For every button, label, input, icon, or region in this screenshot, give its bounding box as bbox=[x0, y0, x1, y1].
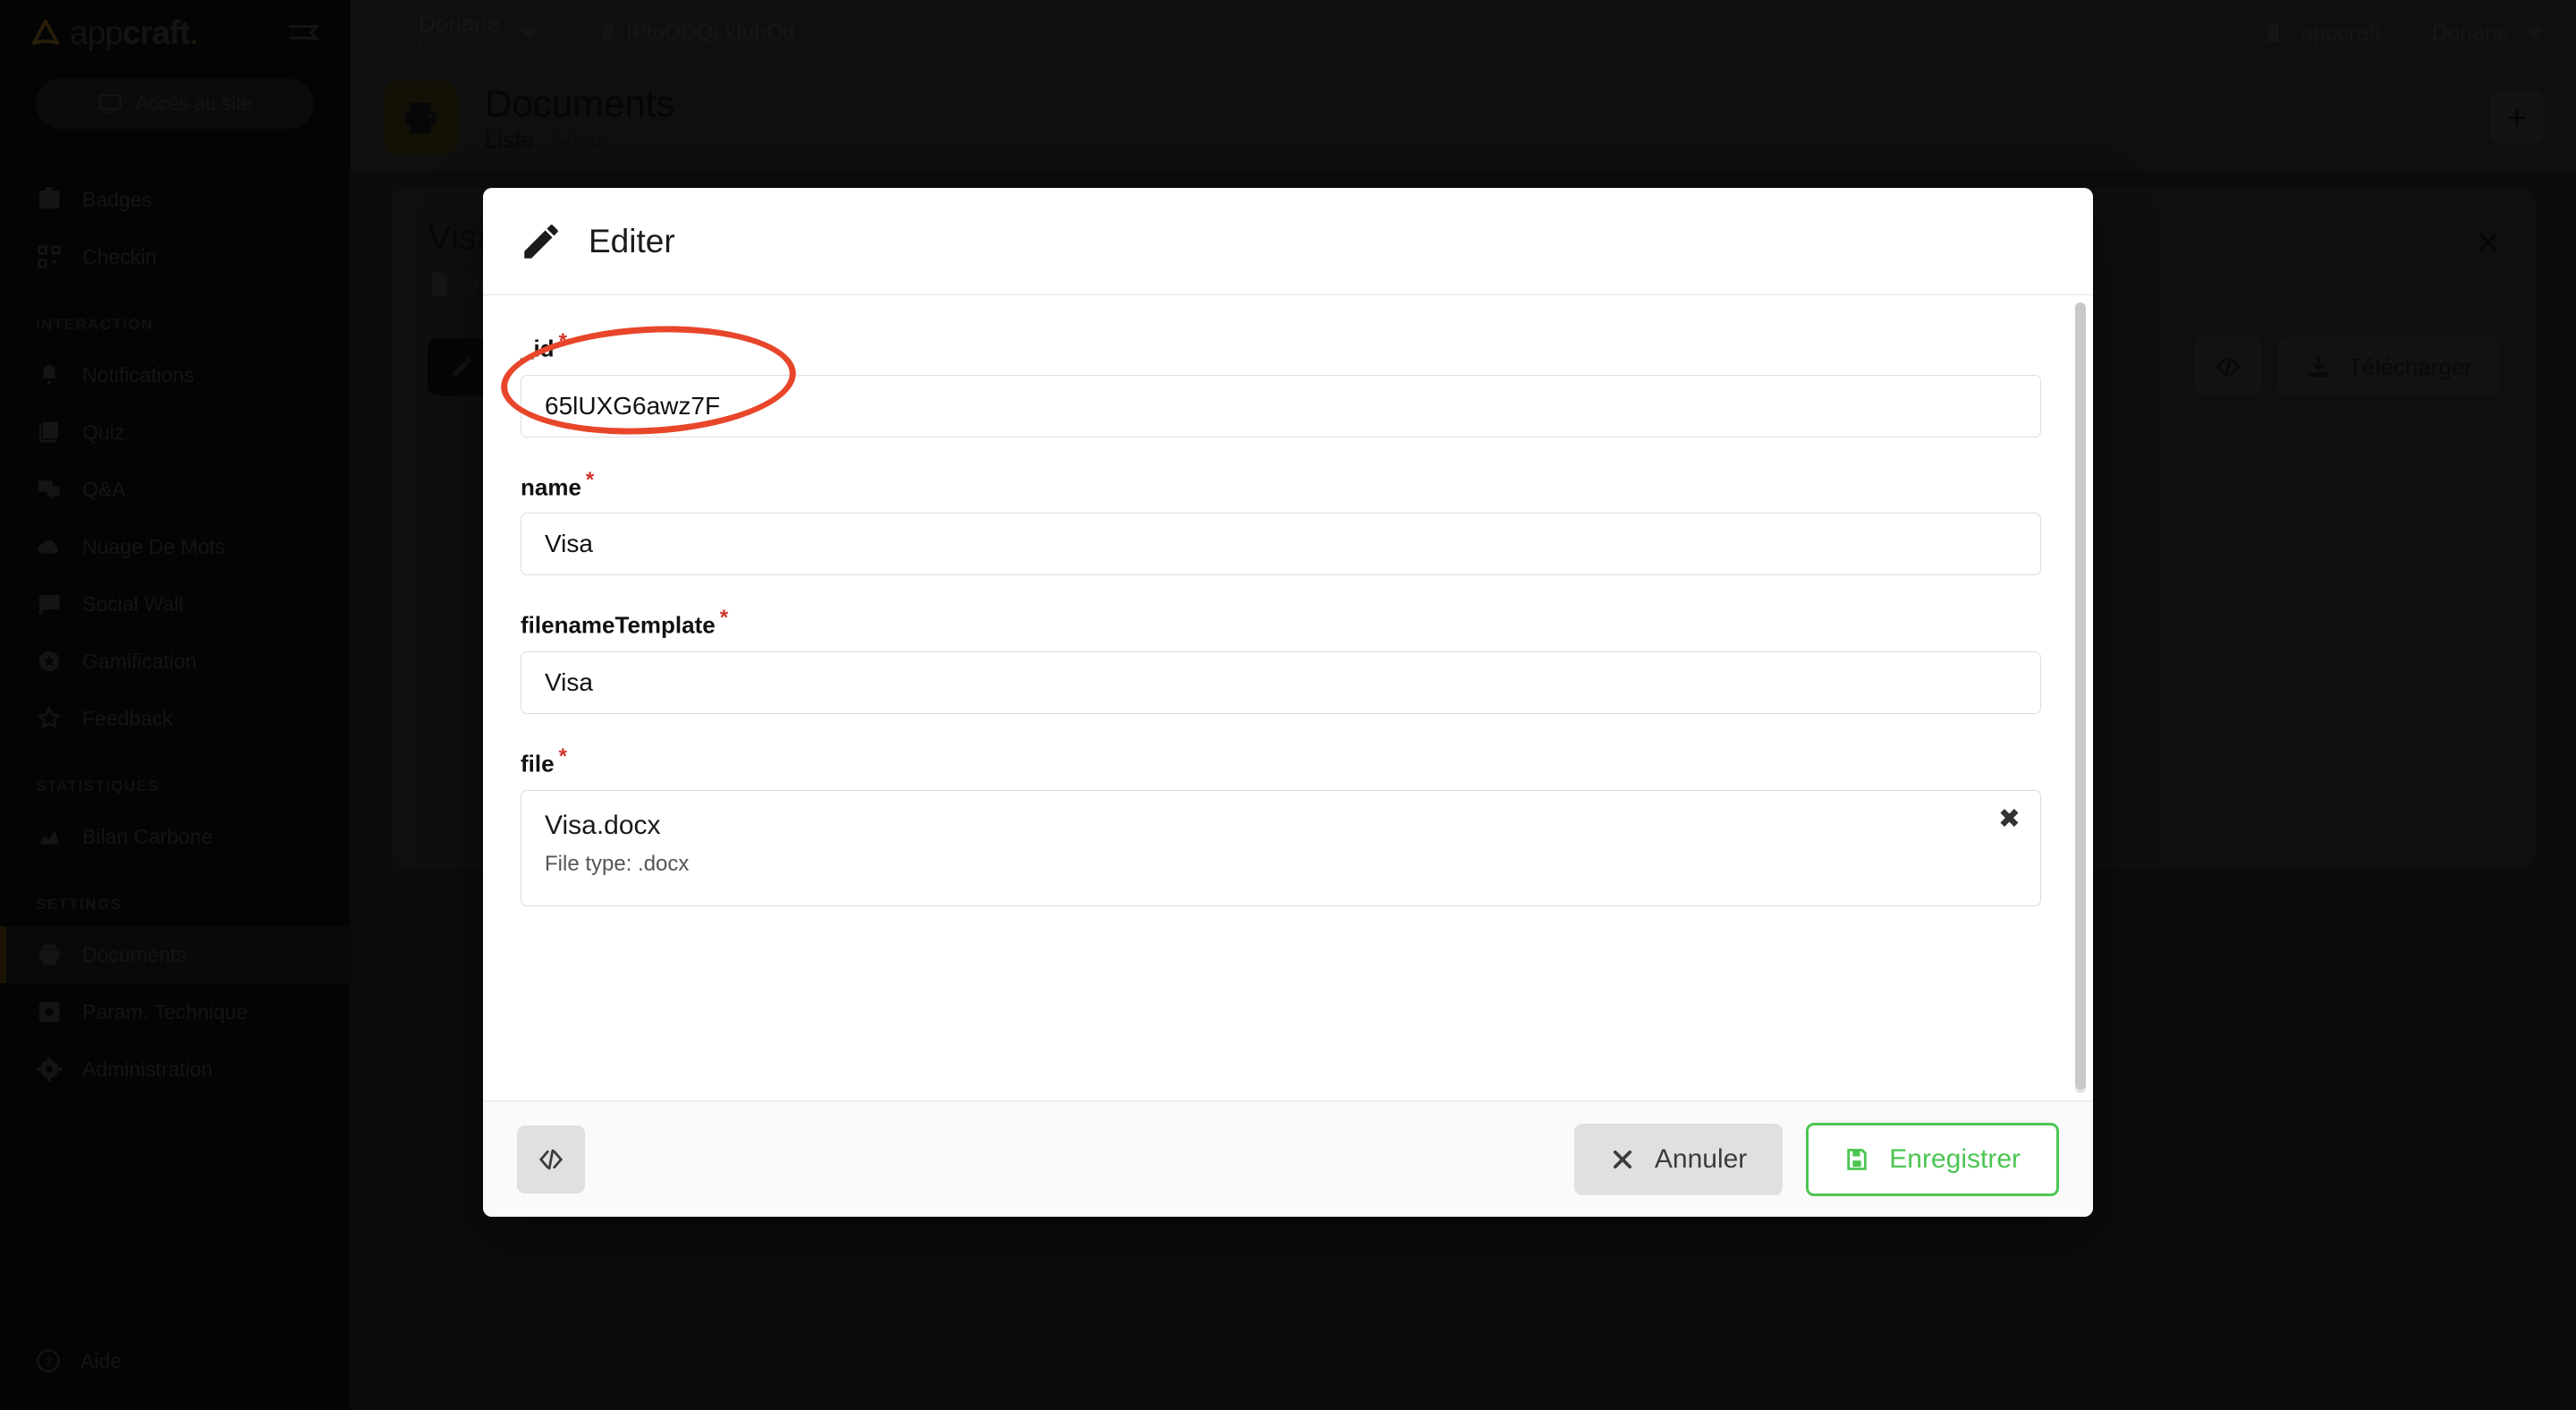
field-label-_id: _id * bbox=[521, 329, 2055, 363]
label-text: file bbox=[521, 750, 555, 777]
edit-modal: Editer _id*name*filenameTemplate*file*Vi… bbox=[483, 188, 2093, 1217]
save-label: Enregistrer bbox=[1889, 1143, 2021, 1174]
field-label-name: name * bbox=[521, 468, 2055, 502]
modal-body: _id*name*filenameTemplate*file*Visa.docx… bbox=[483, 295, 2093, 1100]
field-_id: _id * bbox=[521, 329, 2055, 437]
modal-footer-actions: Annuler Enregistrer bbox=[1573, 1122, 2059, 1196]
label-text: name bbox=[521, 473, 581, 501]
cancel-label: Annuler bbox=[1654, 1143, 1748, 1174]
file-dropzone-file[interactable]: Visa.docx File type: .docx ✖ bbox=[521, 789, 2041, 906]
modal-footer: Annuler Enregistrer bbox=[483, 1100, 2093, 1217]
cancel-button[interactable]: Annuler bbox=[1573, 1123, 1784, 1195]
modal-scrollbar-thumb[interactable] bbox=[2075, 302, 2086, 1090]
json-view-button[interactable] bbox=[517, 1125, 585, 1193]
input-_id[interactable] bbox=[521, 374, 2041, 437]
close-icon bbox=[1613, 1150, 1631, 1168]
app-root: appcraft. Accès au site BadgesCheckinINT… bbox=[0, 0, 2576, 1410]
modal-header: Editer bbox=[483, 188, 2093, 295]
save-button[interactable]: Enregistrer bbox=[1806, 1122, 2059, 1196]
file-name: Visa.docx bbox=[545, 810, 661, 840]
required-marker: * bbox=[558, 743, 567, 769]
field-name: name * bbox=[521, 468, 2055, 576]
required-marker: * bbox=[719, 606, 729, 631]
code-brackets-icon bbox=[538, 1149, 564, 1169]
input-name[interactable] bbox=[521, 513, 2041, 576]
file-type: File type: .docx bbox=[545, 851, 690, 876]
label-text: filenameTemplate bbox=[521, 611, 716, 639]
required-marker: * bbox=[585, 467, 595, 492]
modal-title: Editer bbox=[589, 222, 675, 259]
field-file: file * Visa.docx File type: .docx ✖ bbox=[521, 744, 2055, 906]
field-label-file: file * bbox=[521, 744, 2055, 778]
save-icon bbox=[1847, 1148, 1868, 1170]
remove-file-button[interactable]: ✖ bbox=[1998, 803, 2021, 835]
input-filenameTemplate[interactable] bbox=[521, 650, 2041, 714]
label-text: _id bbox=[521, 335, 555, 362]
field-filenameTemplate: filenameTemplate * bbox=[521, 606, 2055, 714]
field-label-filenameTemplate: filenameTemplate * bbox=[521, 606, 2055, 640]
required-marker: * bbox=[558, 329, 567, 353]
form-fields: _id*name*filenameTemplate*file*Visa.docx… bbox=[521, 329, 2055, 906]
pencil-icon bbox=[524, 224, 558, 259]
